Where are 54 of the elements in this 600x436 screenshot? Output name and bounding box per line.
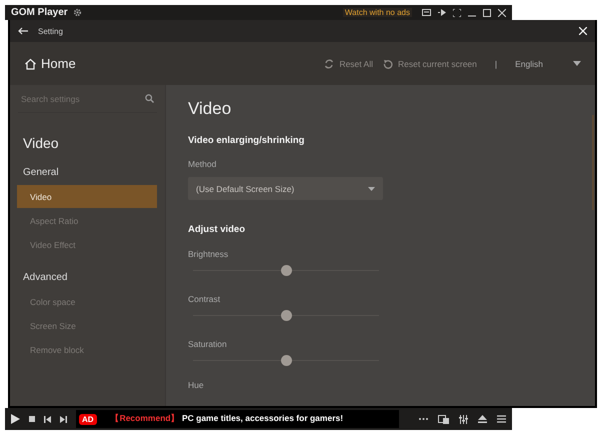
field-label: Method <box>188 159 218 169</box>
ad-text[interactable]: 【Recommend】 PC game titles, accessories for gamers! <box>110 413 344 425</box>
language-label[interactable]: English <box>515 58 543 68</box>
slider-thumb[interactable] <box>281 310 292 321</box>
home-icon <box>24 58 37 70</box>
sidebar-item[interactable]: Color space <box>17 290 157 313</box>
eject-icon[interactable] <box>478 415 487 423</box>
home-button[interactable]: Home <box>24 56 76 71</box>
settings-title: Setting <box>38 26 63 36</box>
caret-icon[interactable] <box>573 61 581 66</box>
section-heading: Adjust video <box>188 224 246 235</box>
reset-all-button[interactable]: Reset All <box>324 58 373 68</box>
slider-label: Saturation <box>188 339 228 349</box>
maximize-icon[interactable] <box>483 8 491 16</box>
subtitle-icon[interactable] <box>438 414 449 424</box>
sidebar-item[interactable]: Remove block <box>17 338 157 361</box>
sidebar-item[interactable]: Aspect Ratio <box>17 209 157 232</box>
search-icon[interactable] <box>145 94 154 103</box>
play-icon[interactable] <box>438 9 446 16</box>
sidebar-heading: Video <box>23 135 60 151</box>
sidebar-item[interactable]: Screen Size <box>17 314 157 337</box>
page-title: Video <box>188 99 232 119</box>
reset-icon <box>382 58 393 68</box>
ad-badge: AD <box>79 414 97 424</box>
ad-banner[interactable]: AD 【Recommend】 PC game titles, accessories for gamers! <box>76 410 399 428</box>
separator: | <box>494 58 498 68</box>
play-button[interactable] <box>11 414 20 424</box>
playlist-icon[interactable] <box>422 9 431 16</box>
group-label: Advanced <box>23 272 68 283</box>
slider-label: Brightness <box>188 249 230 259</box>
scrollbar[interactable] <box>592 115 594 210</box>
back-arrow-icon[interactable] <box>18 27 28 35</box>
equalizer-icon[interactable] <box>459 414 468 424</box>
reset-screen-button[interactable]: Reset current screen <box>382 58 477 68</box>
refresh-icon <box>324 58 334 68</box>
menu-icon[interactable] <box>497 415 506 423</box>
caret-icon <box>368 186 375 190</box>
slider-thumb[interactable] <box>281 355 292 366</box>
no-ads-link[interactable]: Watch with no ads <box>342 8 412 17</box>
method-dropdown[interactable]: (Use Default Screen Size) <box>188 177 383 200</box>
gear-icon[interactable] <box>72 8 82 17</box>
slider-thumb[interactable] <box>281 265 292 276</box>
slider-label: Contrast <box>188 294 222 304</box>
next-button[interactable] <box>60 416 67 422</box>
group-label: General <box>23 167 60 178</box>
sidebar-item[interactable]: Video Effect <box>17 233 157 256</box>
sidebar-item[interactable]: Video <box>17 185 157 208</box>
fullscreen-icon[interactable] <box>453 8 461 16</box>
app-title: GOM Player <box>11 7 68 18</box>
section-heading: Video enlarging/shrinking <box>188 135 306 146</box>
slider-label: Hue <box>188 380 205 390</box>
previous-button[interactable] <box>44 416 51 422</box>
close-icon[interactable] <box>498 8 506 16</box>
close-button[interactable] <box>579 27 587 35</box>
